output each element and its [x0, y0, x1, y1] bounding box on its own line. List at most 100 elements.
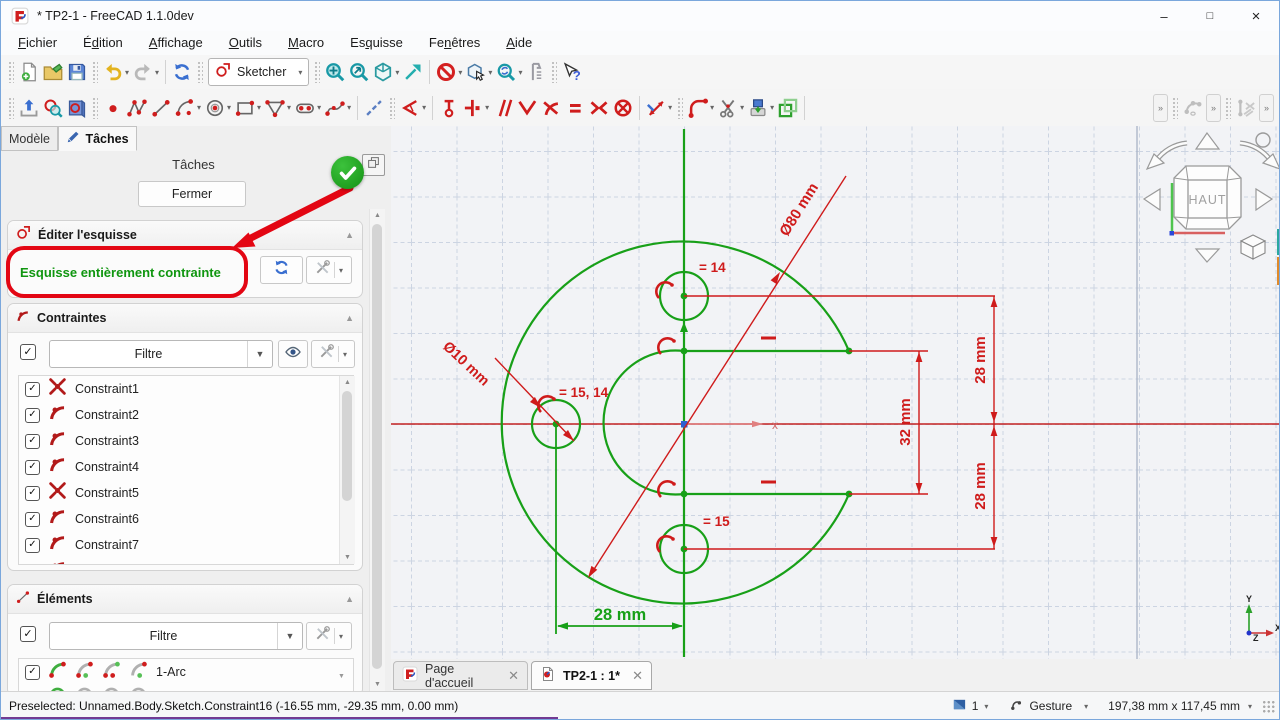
elements-select-all-checkbox[interactable]: ✓: [20, 626, 36, 642]
elements-filter-combo[interactable]: Filtre ▼: [49, 622, 303, 650]
constraints-visibility-button[interactable]: [278, 340, 308, 368]
view-sketch-button[interactable]: [41, 94, 65, 122]
dimension-button[interactable]: ▾: [644, 94, 674, 122]
scroll-down-icon[interactable]: ▼: [338, 673, 345, 680]
toolbar-grip[interactable]: [551, 61, 557, 83]
constraint-checkbox[interactable]: ✓: [25, 564, 40, 566]
tab-taches[interactable]: Tâches: [58, 126, 137, 151]
dropdown-arrow-icon[interactable]: ▾: [458, 68, 462, 77]
close-button[interactable]: ×: [1233, 1, 1279, 31]
clip-off-button[interactable]: ▾: [434, 58, 464, 86]
chevron-down-icon[interactable]: ▼: [277, 623, 302, 649]
undo-button[interactable]: ▾: [101, 58, 131, 86]
menu-item-esquisse[interactable]: Esquisse: [337, 31, 416, 55]
constraint-row[interactable]: ✓: [19, 558, 353, 565]
scrollbar-thumb[interactable]: [342, 391, 352, 501]
constraints-list[interactable]: ✓Constraint1✓Constraint2✓Constraint3✓Con…: [18, 375, 354, 565]
close-icon[interactable]: ✕: [632, 668, 643, 684]
point-button[interactable]: [101, 94, 125, 122]
tab-tp2-1[interactable]: TP2-1 : 1* ✕: [531, 661, 652, 690]
menu-item-aide[interactable]: Aide: [493, 31, 545, 55]
elements-settings-button[interactable]: ▾: [306, 622, 352, 650]
chevron-down-icon[interactable]: ▼: [247, 341, 272, 367]
circle-tool-button[interactable]: ▾: [203, 94, 233, 122]
update-sketch-button[interactable]: [260, 256, 303, 284]
viewport-dimensions[interactable]: 197,38 mm x 117,45 mm: [1108, 699, 1240, 713]
trim-button[interactable]: ▾: [716, 94, 746, 122]
layer-value[interactable]: 1: [972, 699, 979, 713]
element-row[interactable]: ✓1-Arc: [19, 659, 353, 685]
toolbar-overflow-button[interactable]: »: [1206, 94, 1221, 122]
menu-item-macro[interactable]: Macro: [275, 31, 337, 55]
dropdown-arrow-icon[interactable]: ▾: [227, 103, 231, 112]
iso-view-button[interactable]: ▾: [371, 58, 401, 86]
dropdown-arrow-icon[interactable]: ▾: [347, 103, 351, 112]
menu-item-outils[interactable]: Outils: [216, 31, 275, 55]
maximize-button[interactable]: □: [1187, 1, 1233, 31]
nav-cube-iso-icon[interactable]: [1241, 235, 1265, 259]
nav-style-value[interactable]: Gesture: [1029, 699, 1072, 713]
toolbar-grip[interactable]: [197, 61, 203, 83]
toolbar-grip[interactable]: [677, 97, 683, 119]
save-button[interactable]: [65, 58, 89, 86]
constraint-checkbox[interactable]: ✓: [25, 538, 40, 553]
redo-button[interactable]: ▾: [131, 58, 161, 86]
scrollbar-thumb[interactable]: [372, 224, 382, 669]
bspline-button[interactable]: ▾: [323, 94, 353, 122]
constraint-row[interactable]: ✓Constraint3: [19, 428, 353, 454]
toolbar-grip[interactable]: [389, 97, 395, 119]
section-constraints-header[interactable]: Contraintes ▲: [8, 304, 362, 333]
dropdown-arrow-icon[interactable]: ▾: [422, 103, 426, 112]
refresh-button[interactable]: [170, 58, 194, 86]
constraints-select-all-checkbox[interactable]: ✓: [20, 344, 36, 360]
toolbar-overflow-button[interactable]: »: [1153, 94, 1168, 122]
dropdown-arrow-icon[interactable]: ▾: [770, 103, 774, 112]
close-icon[interactable]: ✕: [508, 668, 519, 684]
corner-button[interactable]: ▾: [686, 94, 716, 122]
dropdown-arrow-icon[interactable]: ▾: [197, 103, 201, 112]
constraints-settings-button[interactable]: ▾: [311, 340, 355, 368]
constraint-checkbox[interactable]: ✓: [25, 460, 40, 475]
nav-cube-view-circle[interactable]: [1256, 133, 1270, 147]
tab-page-accueil[interactable]: Page d'accueil ✕: [393, 661, 528, 690]
collapse-arrow-icon[interactable]: ▲: [345, 594, 354, 604]
constraint-row[interactable]: ✓Constraint5: [19, 480, 353, 506]
measure-button[interactable]: [524, 58, 548, 86]
slot-button[interactable]: ▾: [293, 94, 323, 122]
float-panel-button[interactable]: [362, 154, 385, 176]
coincident-button[interactable]: [437, 94, 461, 122]
toolbar-grip[interactable]: [8, 61, 14, 83]
dropdown-arrow-icon[interactable]: ▾: [317, 103, 321, 112]
toolbar-grip[interactable]: [8, 97, 14, 119]
scroll-down-icon[interactable]: ▼: [370, 681, 385, 688]
dropdown-arrow-icon[interactable]: ▾: [668, 103, 672, 112]
sketch-tools-button[interactable]: ▾: [306, 256, 352, 284]
block-button[interactable]: [611, 94, 635, 122]
toolbar-grip[interactable]: [92, 61, 98, 83]
clone-button[interactable]: [776, 94, 800, 122]
scroll-up-icon[interactable]: ▲: [370, 212, 385, 219]
zoom-sel-button[interactable]: [347, 58, 371, 86]
arc-button[interactable]: ▾: [173, 94, 203, 122]
cube-cursor-button[interactable]: ▾: [464, 58, 494, 86]
tab-modele[interactable]: Modèle: [1, 126, 58, 151]
dropdown-arrow-icon[interactable]: ▾: [334, 628, 343, 644]
chevron-down-icon[interactable]: ▾: [984, 702, 988, 711]
whats-this-button[interactable]: ?: [560, 58, 584, 86]
box-zoom-button[interactable]: [401, 58, 425, 86]
resize-grip[interactable]: [1262, 700, 1275, 713]
dropdown-arrow-icon[interactable]: ▾: [287, 103, 291, 112]
constraint-checkbox[interactable]: ✓: [25, 486, 40, 501]
menu-item-fichier[interactable]: Fichier: [5, 31, 70, 55]
dropdown-arrow-icon[interactable]: ▾: [518, 68, 522, 77]
panel-scrollbar[interactable]: ▲ ▼: [369, 209, 385, 691]
sym-gray-button[interactable]: [1234, 94, 1258, 122]
dropdown-arrow-icon[interactable]: ▾: [488, 68, 492, 77]
toolbar-overflow-button[interactable]: »: [1259, 94, 1274, 122]
dropdown-arrow-icon[interactable]: ▾: [395, 68, 399, 77]
constraint-checkbox[interactable]: ✓: [25, 382, 40, 397]
dropdown-arrow-icon[interactable]: ▾: [485, 103, 489, 112]
rectangle-button[interactable]: ▾: [233, 94, 263, 122]
constraint-checkbox[interactable]: ✓: [25, 512, 40, 527]
chevron-down-icon[interactable]: ▾: [298, 68, 302, 77]
